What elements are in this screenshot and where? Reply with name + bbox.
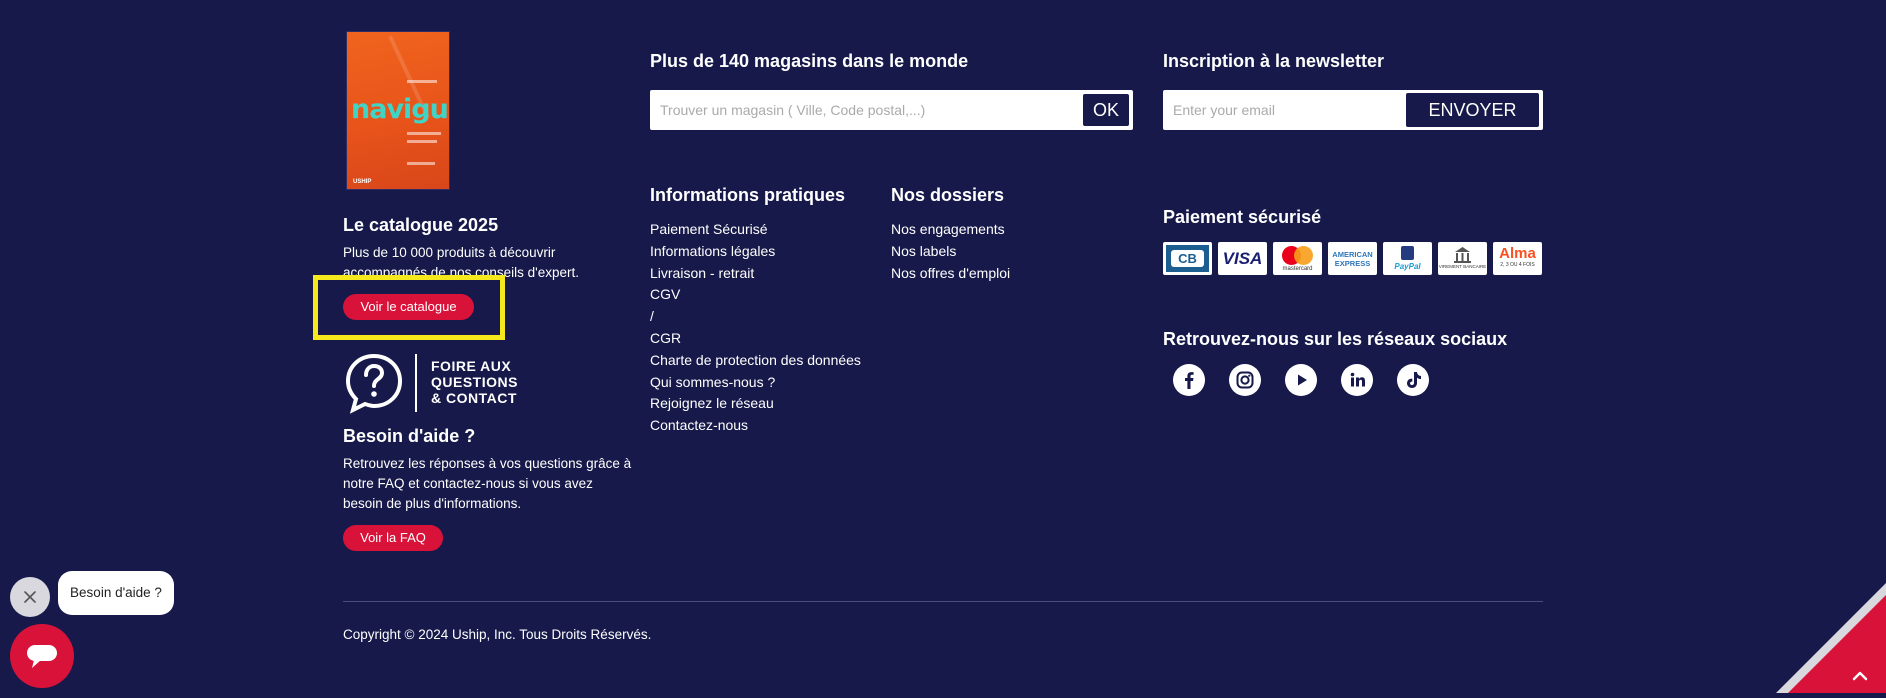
- dossiers-link[interactable]: Nos labels: [891, 241, 1010, 263]
- back-to-top-button[interactable]: [1776, 583, 1886, 693]
- catalogue-cover-footer: USHIP: [353, 179, 372, 185]
- info-link[interactable]: Qui sommes-nous ?: [650, 372, 861, 394]
- youtube-icon[interactable]: [1285, 364, 1317, 396]
- tiktok-icon[interactable]: [1397, 364, 1429, 396]
- newsletter-box: ENVOYER: [1163, 90, 1543, 130]
- view-catalogue-button[interactable]: Voir le catalogue: [343, 294, 474, 320]
- catalogue-title: Le catalogue 2025: [343, 215, 499, 235]
- chat-button[interactable]: [10, 624, 74, 688]
- info-link[interactable]: Rejoignez le réseau: [650, 393, 861, 415]
- info-link[interactable]: Paiement Sécurisé: [650, 219, 861, 241]
- bank-icon: [1454, 247, 1471, 263]
- faq-logo-line3: & CONTACT: [431, 390, 517, 406]
- footer-divider: [343, 601, 1543, 602]
- alma-card-icon: Alma 2, 3 OU 4 FOIS: [1493, 242, 1542, 275]
- social-title: Retrouvez-nous sur les réseaux sociaux: [1163, 329, 1508, 349]
- dossiers-title: Nos dossiers: [891, 185, 1005, 205]
- amex-card-icon: AMERICAN EXPRESS: [1328, 242, 1377, 275]
- close-icon: [24, 591, 36, 603]
- info-link[interactable]: Charte de protection des données: [650, 350, 861, 372]
- info-link[interactable]: CGV: [650, 284, 861, 306]
- info-links: Paiement Sécurisé Informations légales L…: [650, 219, 861, 437]
- newsletter-submit-button[interactable]: ENVOYER: [1406, 93, 1539, 127]
- dossiers-link[interactable]: Nos engagements: [891, 219, 1010, 241]
- help-bubble[interactable]: Besoin d'aide ?: [58, 571, 174, 615]
- info-link: /: [650, 308, 654, 325]
- linkedin-icon[interactable]: [1341, 364, 1373, 396]
- payment-title: Paiement sécurisé: [1163, 207, 1322, 227]
- info-link[interactable]: Livraison - retrait: [650, 263, 861, 285]
- instagram-icon[interactable]: [1229, 364, 1261, 396]
- faq-contact-logo[interactable]: FOIRE AUX QUESTIONS & CONTACT: [343, 352, 523, 414]
- facebook-icon[interactable]: [1173, 364, 1205, 396]
- cb-card-icon: CB: [1163, 242, 1212, 275]
- info-link[interactable]: CGR: [650, 328, 861, 350]
- catalogue-cover-image[interactable]: navigue USHIP: [347, 32, 449, 189]
- help-description: Retrouvez les réponses à vos questions g…: [343, 456, 632, 511]
- newsletter-title: Inscription à la newsletter: [1163, 51, 1385, 71]
- visa-card-icon: VISA: [1218, 242, 1267, 275]
- question-bubble-icon: [345, 353, 403, 414]
- store-search-input[interactable]: [650, 90, 1080, 130]
- store-search-box: OK: [650, 90, 1133, 130]
- mastercard-card-icon: mastercard: [1273, 242, 1322, 275]
- info-link[interactable]: Informations légales: [650, 241, 861, 263]
- store-search-ok-button[interactable]: OK: [1083, 94, 1129, 126]
- dossiers-link[interactable]: Nos offres d'emploi: [891, 263, 1010, 285]
- view-faq-button[interactable]: Voir la FAQ: [343, 525, 443, 551]
- bank-transfer-icon: VIREMENT BANCAIRE: [1438, 242, 1487, 275]
- catalogue-cover-brand: navigue: [351, 94, 449, 125]
- stores-title: Plus de 140 magasins dans le monde: [650, 51, 969, 71]
- close-help-bubble-button[interactable]: [10, 577, 50, 617]
- faq-logo-line1: FOIRE AUX: [431, 358, 512, 374]
- info-link[interactable]: Contactez-nous: [650, 415, 861, 437]
- paypal-card-icon: PayPal: [1383, 242, 1432, 275]
- chat-icon: [27, 645, 57, 668]
- dossiers-links: Nos engagements Nos labels Nos offres d'…: [891, 219, 1010, 284]
- faq-logo-line2: QUESTIONS: [431, 374, 518, 390]
- help-title: Besoin d'aide ?: [343, 426, 476, 446]
- copyright-text: Copyright © 2024 Uship, Inc. Tous Droits…: [343, 627, 652, 642]
- info-title: Informations pratiques: [650, 185, 846, 205]
- newsletter-email-input[interactable]: [1163, 90, 1403, 130]
